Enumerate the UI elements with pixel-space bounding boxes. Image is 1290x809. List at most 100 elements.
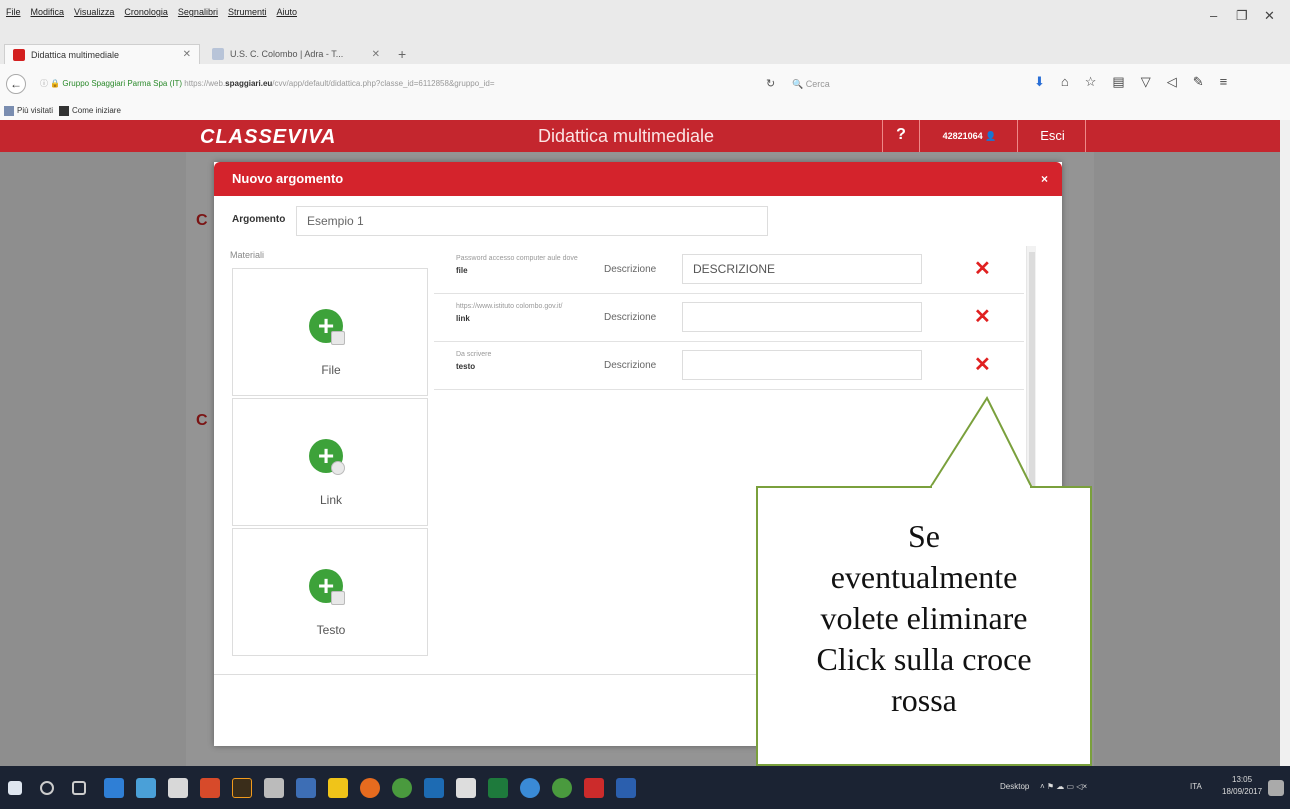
callout-line: Click sulla croce xyxy=(816,641,1032,677)
add-link-icon: + xyxy=(309,439,345,475)
browser-icon[interactable] xyxy=(552,778,572,798)
calculator-icon[interactable] xyxy=(264,778,284,798)
tray-icons[interactable]: ˄ ⚑ ☁ ▭ ◁× xyxy=(1040,782,1087,791)
callout-line: volete eliminare xyxy=(820,600,1028,636)
background-heading: C xyxy=(196,412,208,429)
add-testo-card[interactable]: + Testo xyxy=(232,528,428,656)
add-file-card[interactable]: + File xyxy=(232,268,428,396)
close-tab-icon[interactable]: ✕ xyxy=(183,49,191,60)
minimize-button[interactable]: – xyxy=(1210,8,1217,23)
excel-icon[interactable] xyxy=(488,778,508,798)
star-icon[interactable]: ☆ xyxy=(1085,74,1097,90)
favicon-icon xyxy=(212,48,224,60)
menu-strumenti[interactable]: Strumenti xyxy=(228,7,267,17)
hamburger-menu-icon[interactable]: ≡ xyxy=(1220,74,1228,90)
url-domain: spaggiari.eu xyxy=(225,79,273,88)
url-bar[interactable]: ⓘ 🔒 Gruppo Spaggiari Parma Spa (IT) http… xyxy=(30,74,750,94)
reload-icon[interactable]: ↻ xyxy=(766,77,775,90)
argomento-input[interactable]: Esempio 1 xyxy=(296,206,768,236)
app-icon[interactable] xyxy=(296,778,316,798)
description-input[interactable]: DESCRIZIONE xyxy=(682,254,922,284)
page-scrollbar[interactable] xyxy=(1280,120,1290,766)
add-link-card[interactable]: + Link xyxy=(232,398,428,526)
description-input[interactable] xyxy=(682,350,922,380)
download-icon[interactable]: ⬇ xyxy=(1034,74,1045,90)
new-tab-icon[interactable]: + xyxy=(398,46,406,62)
edge-icon[interactable] xyxy=(104,778,124,798)
extension-icon[interactable]: ✎ xyxy=(1193,74,1204,90)
menu-aiuto[interactable]: Aiuto xyxy=(276,7,297,17)
start-icon[interactable] xyxy=(8,781,22,795)
task-view-icon[interactable] xyxy=(72,781,86,795)
help-button[interactable]: ? xyxy=(882,120,920,152)
search-icon: 🔍 xyxy=(792,79,806,89)
tab-colombo[interactable]: U.S. C. Colombo | Adra - T... ✕ xyxy=(204,44,388,64)
nav-bar: ← ⓘ 🔒 Gruppo Spaggiari Parma Spa (IT) ht… xyxy=(0,64,1290,102)
search-icon[interactable] xyxy=(40,781,54,795)
explorer-icon[interactable] xyxy=(136,778,156,798)
office-icon[interactable] xyxy=(200,778,220,798)
url-prefix: https://web. xyxy=(184,79,226,88)
language-indicator[interactable]: ITA xyxy=(1190,782,1202,791)
firefox-icon[interactable] xyxy=(360,778,380,798)
tab-bar: Didattica multimediale ✕ U.S. C. Colombo… xyxy=(0,34,1290,64)
tab-label: Didattica multimediale xyxy=(31,49,120,60)
store-icon[interactable] xyxy=(168,778,188,798)
search-input[interactable]: 🔍 Cerca xyxy=(784,74,1024,94)
notification-icon[interactable] xyxy=(1268,780,1284,796)
logout-button[interactable]: Esci xyxy=(1020,120,1086,152)
mail-icon[interactable] xyxy=(456,778,476,798)
callout-line: rossa xyxy=(891,682,957,718)
menu-visualizza[interactable]: Visualizza xyxy=(74,7,114,17)
menu-cronologia[interactable]: Cronologia xyxy=(124,7,168,17)
card-label: Link xyxy=(319,493,342,507)
delete-x-icon[interactable]: ✕ xyxy=(974,304,991,329)
publisher-icon[interactable] xyxy=(424,778,444,798)
material-type: file xyxy=(456,266,468,275)
illustrator-icon[interactable] xyxy=(232,778,252,798)
word-icon[interactable] xyxy=(616,778,636,798)
delete-x-icon[interactable]: ✕ xyxy=(974,352,991,377)
url-path: /cvv/app/default/didattica.php?classe_id… xyxy=(272,79,495,88)
material-title: https://www.istituto colombo.gov.it/ xyxy=(456,303,563,310)
chrome-icon[interactable] xyxy=(392,778,412,798)
info-icon[interactable]: ⓘ 🔒 xyxy=(40,79,62,88)
description-label: Descrizione xyxy=(604,312,657,323)
card-label: Testo xyxy=(316,623,346,637)
user-button[interactable]: 42821064 👤 xyxy=(922,120,1018,152)
description-input[interactable] xyxy=(682,302,922,332)
desktop-label[interactable]: Desktop xyxy=(1000,782,1029,791)
delete-x-icon[interactable]: ✕ xyxy=(974,256,991,281)
send-icon[interactable]: ◁ xyxy=(1167,74,1177,90)
toolbar-icons: ⬇ ⌂ ☆ ▤ ▽ ◁ ✎ ≡ xyxy=(1034,74,1227,90)
maximize-button[interactable]: ❐ xyxy=(1236,8,1248,24)
pocket-icon[interactable]: ▽ xyxy=(1141,74,1151,90)
close-tab-icon[interactable]: ✕ xyxy=(372,49,380,60)
clock[interactable]: 13:05 18/09/2017 xyxy=(1222,774,1262,798)
back-arrow-icon[interactable]: ← xyxy=(6,74,26,94)
material-row: Da scrivere testo Descrizione ✕ xyxy=(434,342,1024,390)
callout-line: eventualmente xyxy=(830,559,1018,595)
material-title: Password accesso computer aule dove xyxy=(456,255,578,262)
tab-didattica[interactable]: Didattica multimediale ✕ xyxy=(4,44,200,64)
sticky-notes-icon[interactable] xyxy=(328,778,348,798)
bookmark-icon xyxy=(59,106,70,116)
home-icon[interactable]: ⌂ xyxy=(1061,74,1069,90)
menu-segnalibri[interactable]: Segnalibri xyxy=(178,7,218,17)
menu-modifica[interactable]: Modifica xyxy=(31,7,65,17)
tab-label: U.S. C. Colombo | Adra - T... xyxy=(230,49,344,59)
close-window-button[interactable]: ✕ xyxy=(1264,8,1275,24)
bookmark-piu-visitati[interactable]: Più visitati xyxy=(4,106,53,116)
menu-file[interactable]: File xyxy=(6,7,21,17)
web-page: CLASSEVIVA Didattica multimediale ? 4282… xyxy=(0,120,1290,766)
close-dialog-icon[interactable]: × xyxy=(1041,162,1048,196)
clipboard-icon[interactable]: ▤ xyxy=(1112,74,1124,90)
bookmark-come-iniziare[interactable]: Come iniziare xyxy=(59,106,121,116)
clock-time: 13:05 xyxy=(1232,775,1253,784)
bookmarks-bar: Più visitati Come iniziare xyxy=(0,102,1290,120)
material-row: Password accesso computer aule dove file … xyxy=(434,246,1024,294)
argomento-label: Argomento xyxy=(232,214,286,225)
acrobat-icon[interactable] xyxy=(584,778,604,798)
settings-icon[interactable] xyxy=(520,778,540,798)
classeviva-logo[interactable]: CLASSEVIVA xyxy=(200,126,336,149)
